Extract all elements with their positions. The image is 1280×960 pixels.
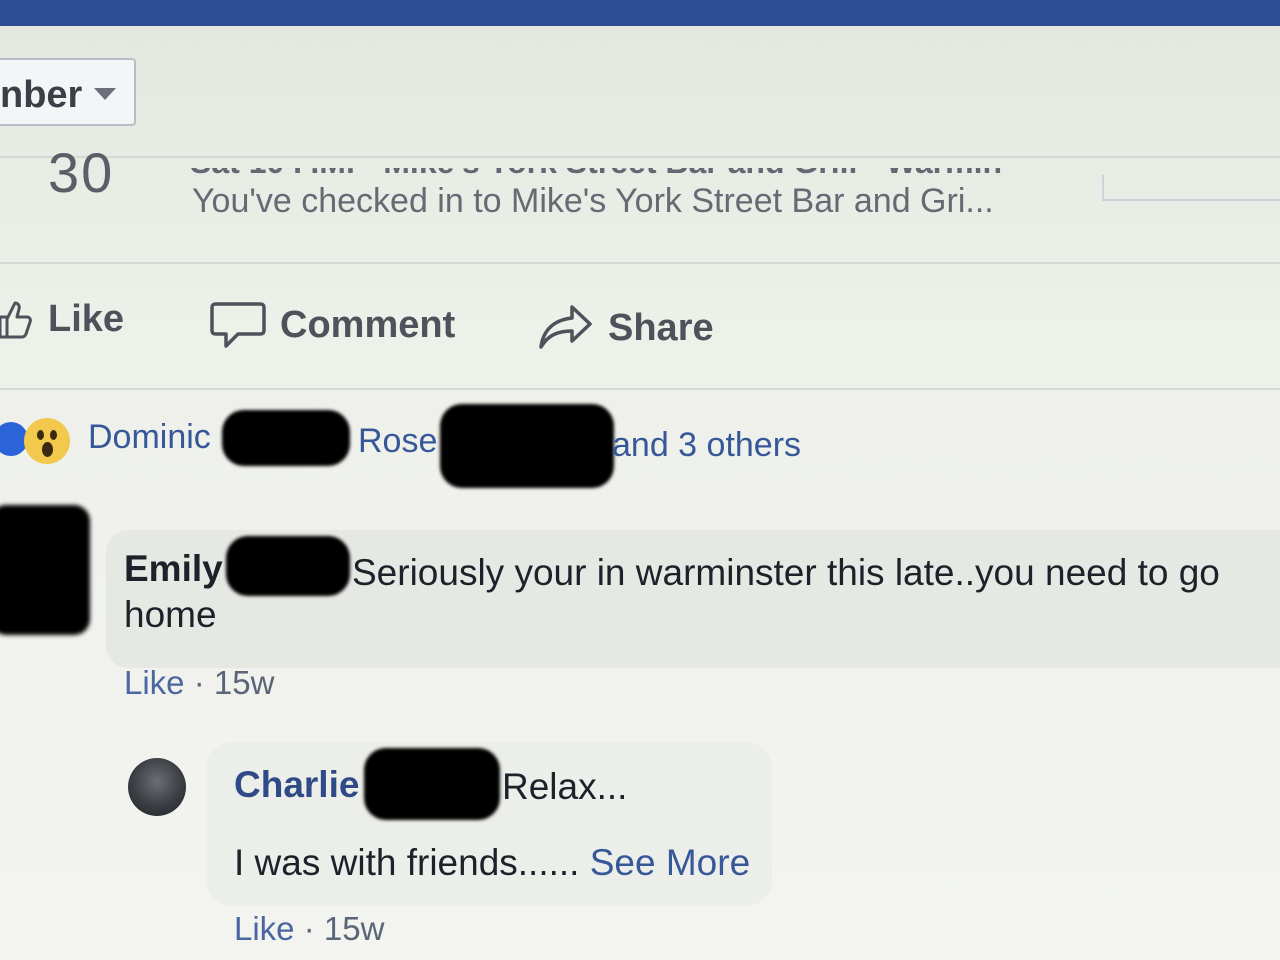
comment-meta: Like · 15w xyxy=(124,664,275,701)
post-day-number: 30 xyxy=(48,141,115,204)
checkin-text: You've checked in to Mike's York Street … xyxy=(192,182,994,220)
redaction-mark xyxy=(222,410,350,466)
reactor-name-dominic[interactable]: Dominic xyxy=(88,418,211,457)
share-arrow-icon xyxy=(539,305,592,349)
redaction-mark xyxy=(440,404,614,488)
comment-timestamp[interactable]: 15w xyxy=(214,664,275,701)
month-dropdown-label: nber xyxy=(0,74,83,116)
share-button-label: Share xyxy=(608,306,714,349)
comment-bubble-icon xyxy=(210,302,266,348)
thumbs-up-icon xyxy=(0,301,32,338)
reply-timestamp[interactable]: 15w xyxy=(324,910,385,947)
caret-down-icon xyxy=(94,88,116,100)
actions-divider xyxy=(0,388,1280,390)
wow-reaction-icon xyxy=(24,418,70,464)
top-navigation-bar xyxy=(0,0,1280,26)
reactor-name-rose[interactable]: Rose xyxy=(358,422,437,461)
comment-button[interactable]: Comment xyxy=(210,300,455,350)
post-side-box xyxy=(1102,175,1280,201)
comment-button-label: Comment xyxy=(280,303,456,346)
share-button[interactable]: Share xyxy=(538,303,714,353)
section-divider xyxy=(0,156,1280,158)
comment-body-line-2: home xyxy=(124,594,217,635)
reply-body-line-2: I was with friends...... See More xyxy=(234,842,751,883)
reply-author[interactable]: Charlie xyxy=(234,764,359,806)
comment-author[interactable]: Emily xyxy=(124,548,223,589)
comment-like-link[interactable]: Like xyxy=(124,664,185,701)
redaction-mark xyxy=(364,748,500,820)
reply-author-avatar[interactable] xyxy=(128,758,186,816)
commenter-avatar-redacted[interactable] xyxy=(0,505,90,635)
see-more-link[interactable]: See More xyxy=(590,842,750,883)
comment-body-line-1: Seriously your in warminster this late..… xyxy=(352,552,1220,593)
month-dropdown[interactable]: nber xyxy=(0,58,136,126)
redaction-mark xyxy=(226,536,350,596)
reply-like-link[interactable]: Like xyxy=(234,910,295,947)
comment-line-1: Emily xyxy=(124,548,223,590)
like-button[interactable]: Like xyxy=(0,298,124,341)
reactions-others-link[interactable]: and 3 others xyxy=(612,426,801,465)
post-divider xyxy=(0,262,1280,264)
reply-body-line-1: Relax... xyxy=(502,766,628,807)
reply-meta: Like · 15w xyxy=(234,910,385,947)
like-button-label: Like xyxy=(48,298,125,340)
